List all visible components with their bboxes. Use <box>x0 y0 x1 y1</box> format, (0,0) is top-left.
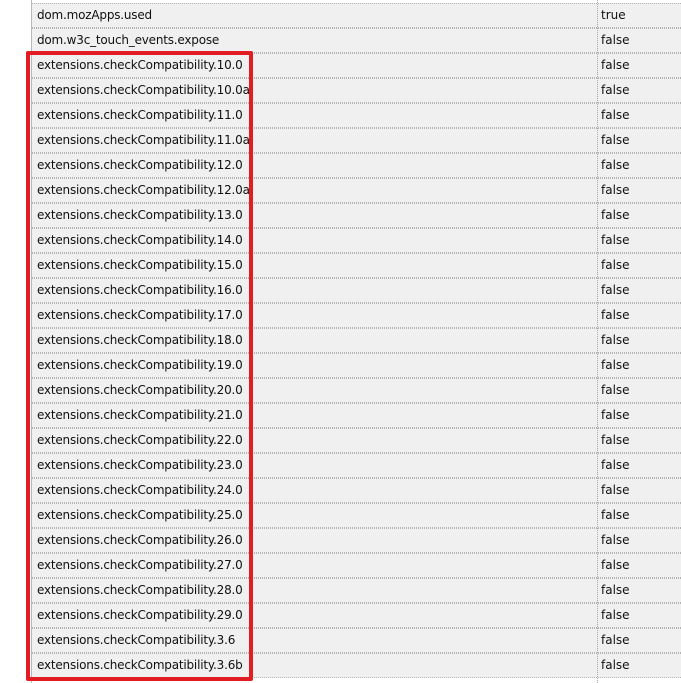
preference-name: extensions.checkCompatibility.21.0 <box>37 408 243 422</box>
table-row[interactable]: extensions.checkCompatibility.20.0 false <box>32 378 681 403</box>
table-row[interactable]: extensions.checkCompatibility.19.0 false <box>32 353 681 378</box>
table-row[interactable]: extensions.checkCompatibility.24.0 false <box>32 478 681 503</box>
preference-value: false <box>601 458 630 472</box>
table-row[interactable]: extensions.checkCompatibility.16.0 false <box>32 278 681 303</box>
preference-name: extensions.checkCompatibility.10.0a <box>37 83 250 97</box>
table-row[interactable]: extensions.checkCompatibility.10.0 false <box>32 53 681 78</box>
preference-name: extensions.checkCompatibility.27.0 <box>37 558 243 572</box>
preference-name: extensions.checkCompatibility.18.0 <box>37 333 243 347</box>
preference-value: false <box>601 608 630 622</box>
preference-name: extensions.checkCompatibility.10.0 <box>37 58 243 72</box>
preference-value: false <box>601 283 630 297</box>
preference-value: false <box>601 383 630 397</box>
table-row[interactable]: extensions.checkCompatibility.27.0 false <box>32 553 681 578</box>
table-row[interactable]: extensions.checkCompatibility.18.0 false <box>32 328 681 353</box>
preference-name: dom.mozApps.used <box>37 8 152 22</box>
table-row[interactable]: extensions.checkCompatibility.22.0 false <box>32 428 681 453</box>
preference-name: extensions.checkCompatibility.16.0 <box>37 283 243 297</box>
preference-name: extensions.checkCompatibility.23.0 <box>37 458 243 472</box>
table-row[interactable]: extensions.checkCompatibility.11.0 false <box>32 103 681 128</box>
table-row[interactable]: extensions.checkCompatibility.28.0 false <box>32 578 681 603</box>
preference-value: false <box>601 108 630 122</box>
table-row[interactable]: extensions.checkCompatibility.11.0a fals… <box>32 128 681 153</box>
preference-value: false <box>601 408 630 422</box>
table-row[interactable]: extensions.checkCompatibility.3.6 false <box>32 628 681 653</box>
preference-name: extensions.checkCompatibility.12.0 <box>37 158 243 172</box>
table-row[interactable]: extensions.checkCompatibility.17.0 false <box>32 303 681 328</box>
table-row[interactable]: dom.mozApps.used true <box>32 3 681 28</box>
table-row[interactable]: extensions.checkCompatibility.3.6b false <box>32 653 681 678</box>
preference-name: extensions.checkCompatibility.11.0 <box>37 108 243 122</box>
table-row[interactable]: extensions.checkCompatibility.25.0 false <box>32 503 681 528</box>
table-row[interactable]: dom.w3c_touch_events.expose false <box>32 28 681 53</box>
column-divider <box>597 0 598 683</box>
preferences-table: dom.mozApps.used true dom.w3c_touch_even… <box>0 0 681 683</box>
preference-value: false <box>601 508 630 522</box>
preference-value: false <box>601 583 630 597</box>
preference-value: false <box>601 133 630 147</box>
preference-value: false <box>601 183 630 197</box>
table-row[interactable]: extensions.checkCompatibility.12.0 false <box>32 153 681 178</box>
table-row[interactable]: extensions.checkCompatibility.29.0 false <box>32 603 681 628</box>
preference-name: extensions.checkCompatibility.20.0 <box>37 383 243 397</box>
preference-value: false <box>601 658 630 672</box>
preference-value: false <box>601 258 630 272</box>
preference-value: false <box>601 208 630 222</box>
preference-value: false <box>601 358 630 372</box>
table-row[interactable]: extensions.checkCompatibility.15.0 false <box>32 253 681 278</box>
preference-name: extensions.checkCompatibility.3.6b <box>37 658 243 672</box>
table-row[interactable]: extensions.checkCompatibility.21.0 false <box>32 403 681 428</box>
preference-value: false <box>601 433 630 447</box>
preference-name: extensions.checkCompatibility.28.0 <box>37 583 243 597</box>
preference-value: false <box>601 58 630 72</box>
preference-name: extensions.checkCompatibility.19.0 <box>37 358 243 372</box>
preference-value: false <box>601 308 630 322</box>
preference-name: extensions.checkCompatibility.26.0 <box>37 533 243 547</box>
preference-name: extensions.checkCompatibility.25.0 <box>37 508 243 522</box>
preference-name: extensions.checkCompatibility.13.0 <box>37 208 243 222</box>
preference-value: false <box>601 533 630 547</box>
table-row[interactable]: extensions.checkCompatibility.14.0 false <box>32 228 681 253</box>
preference-value: false <box>601 83 630 97</box>
preference-value: false <box>601 558 630 572</box>
preference-name: extensions.checkCompatibility.12.0a <box>37 183 250 197</box>
table-row[interactable]: extensions.checkCompatibility.12.0a fals… <box>32 178 681 203</box>
table-row[interactable]: extensions.checkCompatibility.13.0 false <box>32 203 681 228</box>
preference-value: true <box>601 8 626 22</box>
preference-value: false <box>601 158 630 172</box>
preference-value: false <box>601 483 630 497</box>
preference-name: extensions.checkCompatibility.14.0 <box>37 233 243 247</box>
table-row[interactable]: extensions.checkCompatibility.10.0a fals… <box>32 78 681 103</box>
table-row[interactable]: extensions.checkCompatibility.23.0 false <box>32 453 681 478</box>
preference-name: extensions.checkCompatibility.24.0 <box>37 483 243 497</box>
preference-name: dom.w3c_touch_events.expose <box>37 33 220 47</box>
preference-name: extensions.checkCompatibility.15.0 <box>37 258 243 272</box>
preference-value: false <box>601 633 630 647</box>
preference-name: extensions.checkCompatibility.17.0 <box>37 308 243 322</box>
preference-name: extensions.checkCompatibility.3.6 <box>37 633 236 647</box>
preference-value: false <box>601 333 630 347</box>
preference-name: extensions.checkCompatibility.11.0a <box>37 133 250 147</box>
preference-name: extensions.checkCompatibility.22.0 <box>37 433 243 447</box>
preference-name: extensions.checkCompatibility.29.0 <box>37 608 243 622</box>
table-row[interactable]: extensions.checkCompatibility.26.0 false <box>32 528 681 553</box>
preference-value: false <box>601 33 630 47</box>
preference-value: false <box>601 233 630 247</box>
